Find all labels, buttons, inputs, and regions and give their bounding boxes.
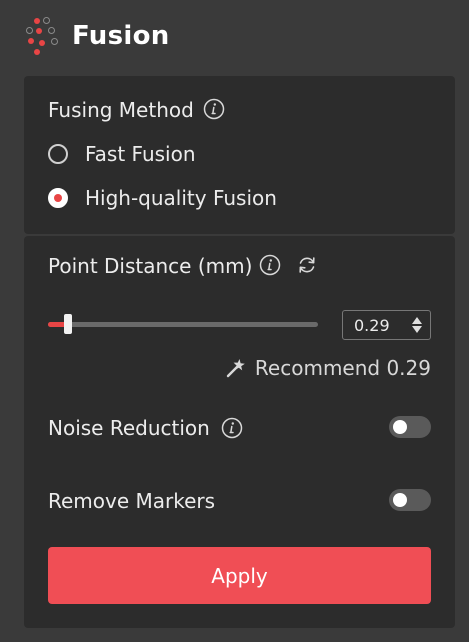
fusing-method-label: Fusing Method: [48, 98, 194, 122]
radio-label: High-quality Fusion: [85, 186, 277, 210]
radio-high-quality-fusion[interactable]: High-quality Fusion: [48, 186, 277, 210]
recommend-text: Recommend 0.29: [254, 356, 431, 380]
magic-wand-icon: [226, 359, 245, 378]
point-distance-input[interactable]: 0.29: [342, 310, 431, 340]
remove-markers-toggle[interactable]: [389, 489, 431, 511]
radio-button[interactable]: [48, 144, 68, 164]
apply-button[interactable]: Apply: [48, 547, 431, 604]
app-header: Fusion: [24, 12, 170, 60]
radio-fast-fusion[interactable]: Fast Fusion: [48, 142, 196, 166]
spinner-arrows[interactable]: [412, 317, 422, 333]
info-icon[interactable]: [203, 98, 225, 120]
point-distance-value[interactable]: 0.29: [354, 316, 390, 335]
fusion-logo-icon: [24, 14, 72, 58]
recommend-link[interactable]: Recommend 0.29: [225, 356, 431, 380]
toggle-knob: [393, 420, 407, 434]
point-distance-slider[interactable]: [48, 314, 318, 334]
spin-down-icon[interactable]: [412, 326, 422, 333]
fusing-method-panel: Fusing Method Fast Fusion High-quality F…: [24, 76, 455, 234]
spin-up-icon[interactable]: [412, 317, 422, 324]
info-icon[interactable]: [259, 254, 281, 276]
radio-button-selected[interactable]: [48, 188, 68, 208]
refresh-icon[interactable]: [296, 254, 318, 276]
noise-reduction-label: Noise Reduction: [48, 416, 210, 440]
info-icon[interactable]: [221, 417, 243, 439]
slider-thumb[interactable]: [64, 314, 73, 334]
page-title: Fusion: [72, 21, 170, 51]
remove-markers-label: Remove Markers: [48, 489, 216, 513]
settings-panel: Point Distance (mm) 0.29 Recommend 0.29 …: [24, 236, 455, 628]
point-distance-label: Point Distance (mm): [48, 254, 253, 278]
noise-reduction-toggle[interactable]: [389, 416, 431, 438]
radio-label: Fast Fusion: [85, 142, 196, 166]
toggle-knob: [393, 493, 407, 507]
